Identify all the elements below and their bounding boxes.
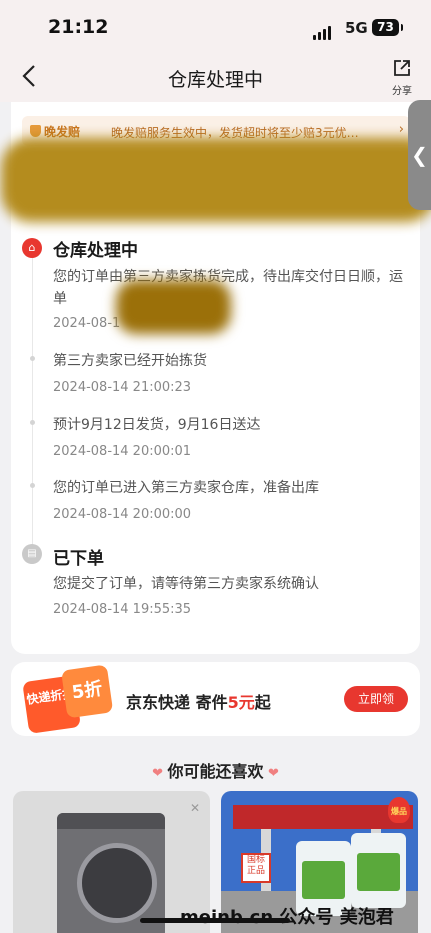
battery-icon: 73 xyxy=(372,19,403,36)
washing-machine-icon xyxy=(57,813,165,933)
timeline-date: 2024-08-14 20:00:01 xyxy=(53,444,192,459)
timeline-date: 2024-08-14 21:00:23 xyxy=(53,380,192,395)
promo-text: 京东快递 寄件5元起 xyxy=(126,693,271,712)
recommend-heading: ❤ 你可能还喜欢 ❤ xyxy=(152,762,279,781)
timeline-text: 预计9月12日发货，9月16日送达 xyxy=(53,417,261,433)
discount-badge: 快递折扣 5折 xyxy=(21,664,116,734)
close-icon[interactable]: ✕ xyxy=(190,801,200,815)
share-label: 分享 xyxy=(392,86,412,97)
decoration-icon: ❤ xyxy=(263,766,279,781)
timeline-text: 您的订单已进入第三方卖家仓库，准备出库 xyxy=(53,480,319,496)
timeline-dot xyxy=(30,483,35,488)
home-indicator[interactable] xyxy=(140,918,290,923)
shield-icon xyxy=(30,125,41,137)
watermark: meinb.cn 公众号 美泡君 xyxy=(180,907,394,928)
warehouse-icon: ⌂ xyxy=(22,238,42,258)
timeline-text: 您提交了订单，请等待第三方卖家系统确认 xyxy=(53,576,319,592)
share-button[interactable]: 分享 xyxy=(388,58,416,97)
timeline-line xyxy=(32,244,33,546)
hot-badge-icon: 爆品 xyxy=(388,797,410,823)
logistics-card: 晚发赔 晚发赔服务生效中，发货超时将至少赔3元优… › ⌂ 仓库处理中 您的订单… xyxy=(1,102,431,654)
page-title: 仓库处理中 xyxy=(167,69,263,91)
timeline-dot xyxy=(30,356,35,361)
timeline-text: 第三方卖家已经开始拣货 xyxy=(53,353,207,369)
timeline-dot xyxy=(30,420,35,425)
gas-station-canopy xyxy=(233,805,413,829)
nav-bar: 仓库处理中 分享 xyxy=(0,56,431,102)
status-bar: 21:12 5G 73 xyxy=(0,0,431,56)
timeline-status-title: 已下单 xyxy=(53,549,104,569)
share-icon xyxy=(394,60,410,76)
order-icon: ▤ xyxy=(22,544,42,564)
network-type: 5G xyxy=(345,19,368,37)
quality-stamp: 国标正品 xyxy=(241,853,271,883)
decoration-icon: ❤ xyxy=(152,766,168,781)
redaction-blur-waybill xyxy=(116,280,231,334)
timeline-date: 2024-08-14 19:55:35 xyxy=(53,602,192,617)
timeline-status-title: 仓库处理中 xyxy=(53,241,138,261)
chevron-right-icon: › xyxy=(398,122,404,137)
discount-badge-value: 5折 xyxy=(61,664,114,719)
timeline-date: 2024-08-1 xyxy=(53,316,121,331)
clock: 21:12 xyxy=(48,16,109,38)
timeline-date: 2024-08-14 20:00:00 xyxy=(53,507,192,522)
signal-icon xyxy=(313,21,333,40)
express-promo-card[interactable]: 快递折扣 5折 京东快递 寄件5元起 立即领 xyxy=(11,662,420,736)
claim-button[interactable]: 立即领 xyxy=(344,686,408,712)
antifreeze-jug-icon xyxy=(351,833,406,908)
side-drawer-handle[interactable]: ❮ xyxy=(408,100,431,210)
redaction-blur xyxy=(1,138,431,222)
